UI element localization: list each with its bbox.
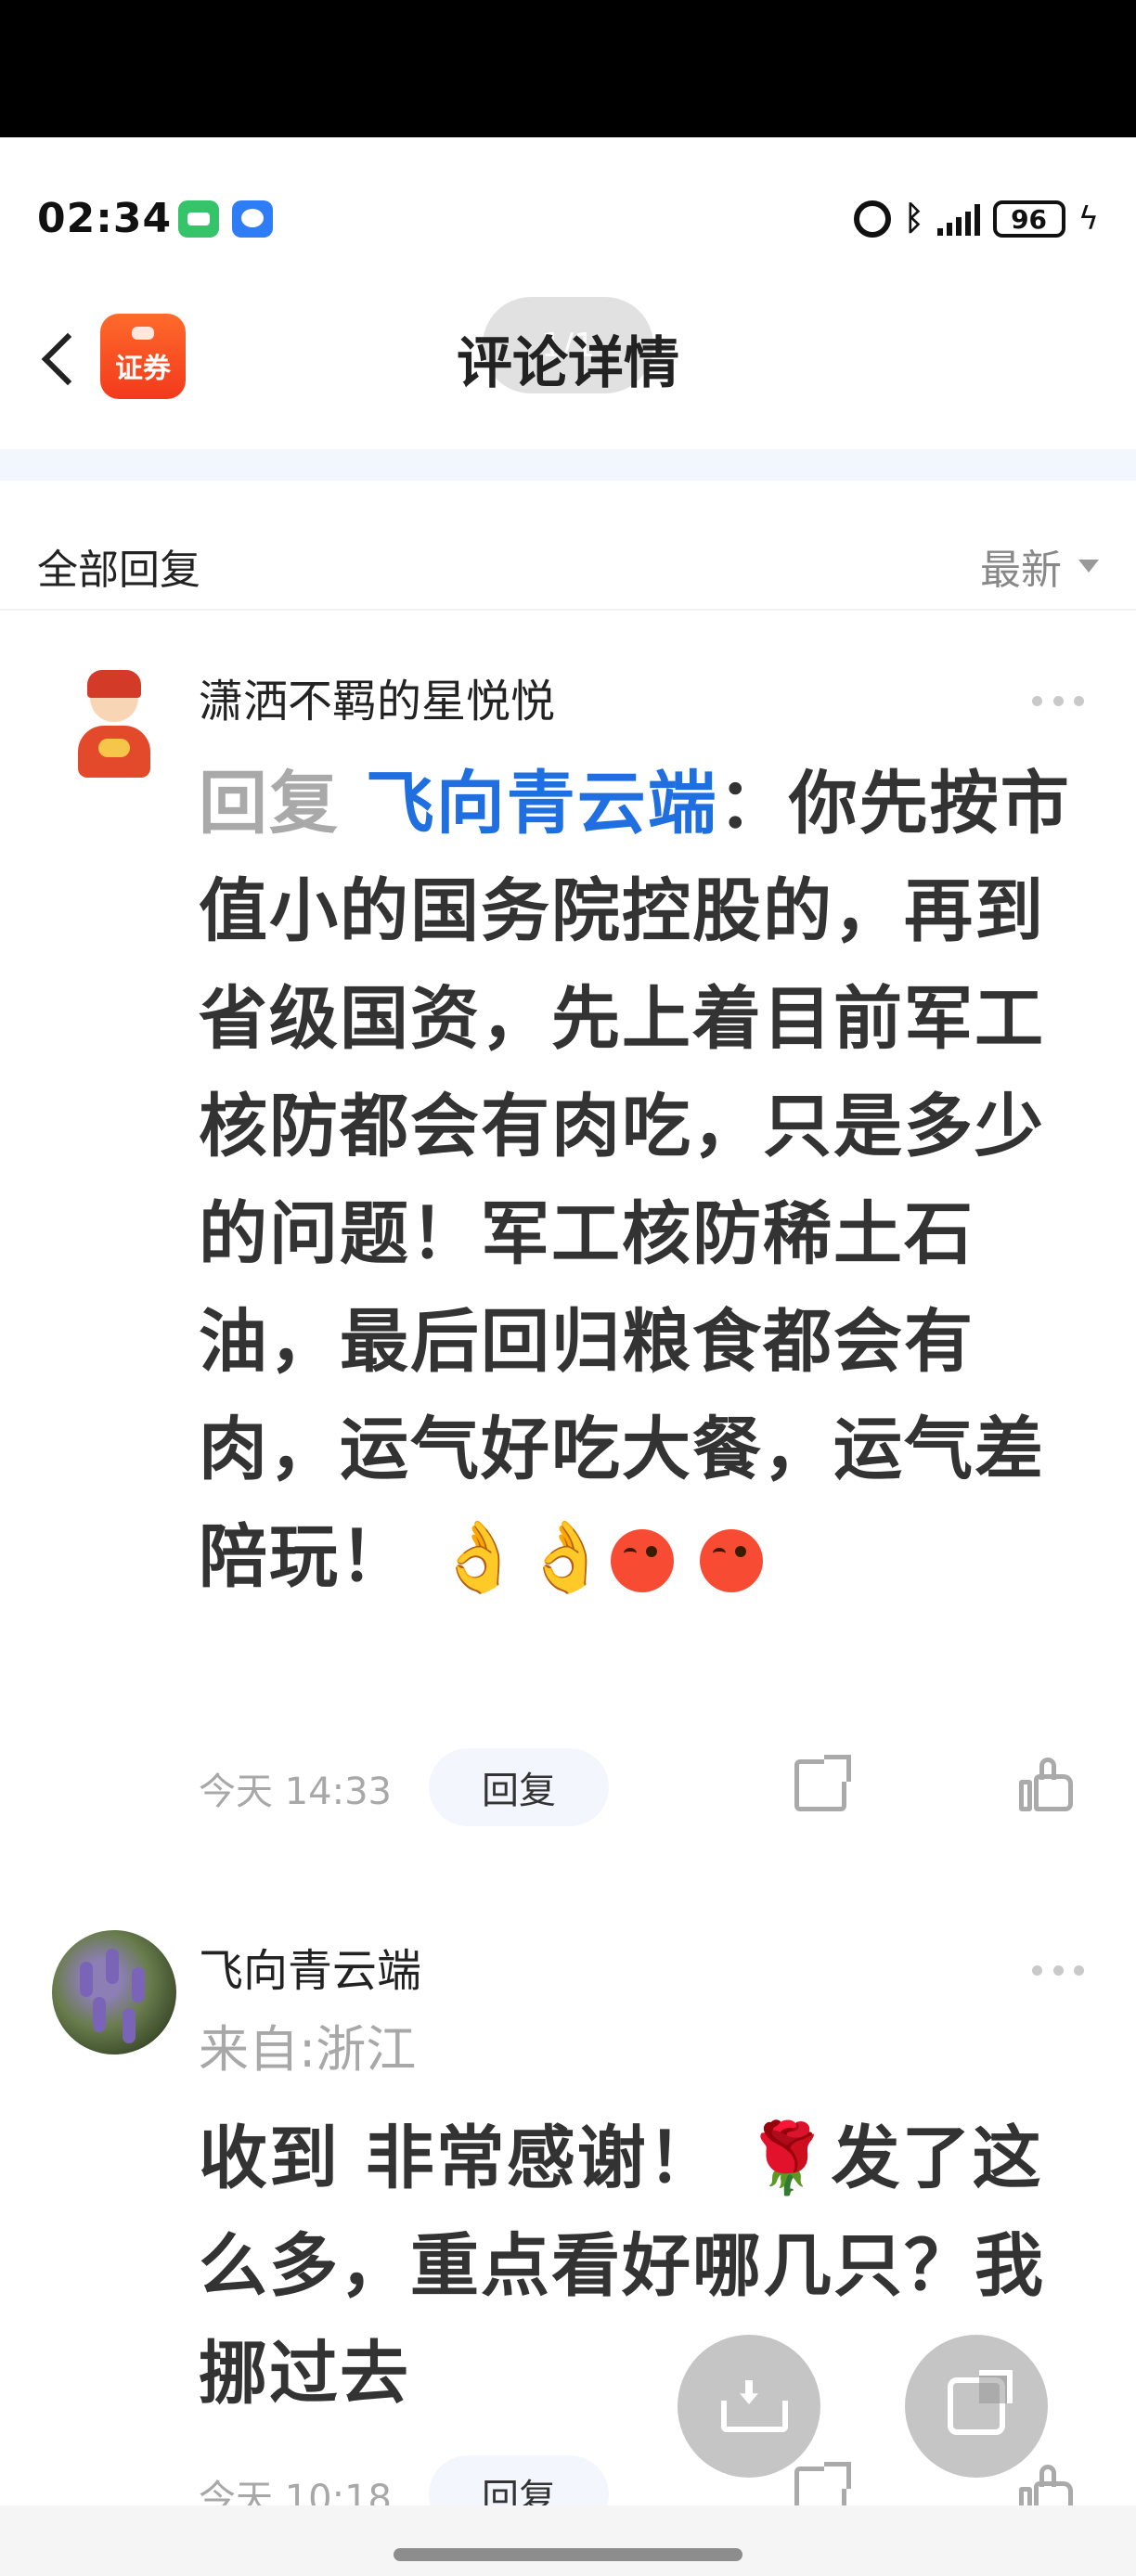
ok-hand-icon: 👌 <box>435 1517 523 1597</box>
reply-target-link[interactable]: 飞向青云端 <box>366 764 718 844</box>
section-title: 全部回复 <box>37 547 200 594</box>
battery-indicator: 96 <box>992 200 1065 238</box>
sort-dropdown[interactable]: 最新 <box>980 536 1099 596</box>
reply-button[interactable]: 回复 <box>429 1748 609 1826</box>
message-app-icon <box>232 200 273 238</box>
status-indicators: ᛒ 96 ϟ <box>853 199 1099 239</box>
comment-meta: 今天 14:33 回复 <box>199 1748 1090 1826</box>
reply-prefix: 回复 <box>199 764 340 844</box>
home-indicator[interactable] <box>394 2548 742 2561</box>
chat-app-icon <box>178 200 219 238</box>
section-divider <box>0 449 1136 481</box>
caret-down-icon <box>1078 560 1099 573</box>
share-icon[interactable] <box>794 1755 851 1811</box>
share-icon <box>948 2370 1013 2435</box>
download-icon <box>721 2380 788 2432</box>
sort-label: 最新 <box>980 547 1062 594</box>
comment-body: 回复 飞向青云端：你先按市值小的国务院控股的，再到省级国资，先上着目前军工核防都… <box>199 750 1090 1611</box>
status-time: 02:34 <box>37 195 173 242</box>
bottom-gesture-bar <box>0 2505 1136 2576</box>
more-icon[interactable] <box>1032 1965 1084 1977</box>
alarm-icon <box>853 200 891 238</box>
share-button[interactable] <box>905 2335 1048 2478</box>
comment-author[interactable]: 潇洒不羁的星悦悦 <box>199 664 555 729</box>
ok-hand-icon: 👌 <box>523 1517 612 1597</box>
top-black-area <box>0 0 1136 137</box>
more-icon[interactable] <box>1032 696 1084 707</box>
status-bar: 02:34 ᛒ 96 ϟ <box>0 137 1136 304</box>
charging-icon: ϟ <box>1078 200 1099 238</box>
signal-icon <box>936 202 980 236</box>
avatar[interactable] <box>52 1930 176 2054</box>
wink-face-icon <box>699 1529 763 1593</box>
comment-time: 今天 14:33 <box>199 1771 392 1813</box>
page-title: 评论详情 <box>457 331 679 396</box>
comment-location: 来自:浙江 <box>199 2020 417 2079</box>
comment-text: 收到 非常感谢！ <box>199 2119 718 2198</box>
wink-face-icon <box>611 1529 675 1593</box>
download-button[interactable] <box>678 2335 820 2478</box>
nav-bar: 证券 1/1 评论详情 <box>0 297 1136 427</box>
comment-author[interactable]: 飞向青云端 <box>199 1934 421 1999</box>
avatar[interactable] <box>52 661 176 785</box>
like-icon[interactable] <box>1019 1758 1075 1813</box>
comment-text: ：你先按市值小的国务院控股的，再到省级国资，先上着目前军工核防都会有肉吃，只是多… <box>199 764 1071 1597</box>
replies-header: 全部回复 最新 <box>0 509 1136 611</box>
bluetooth-icon: ᛒ <box>903 200 924 238</box>
rose-icon: 🌹 <box>743 2119 832 2198</box>
